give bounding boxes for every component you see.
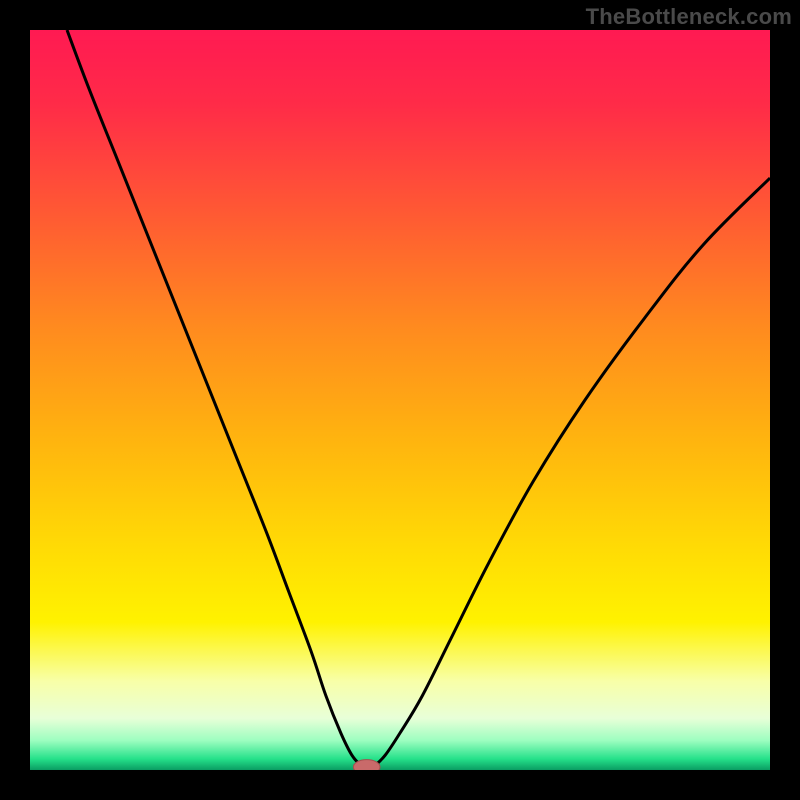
watermark-text: TheBottleneck.com <box>586 4 792 30</box>
minimum-marker <box>353 760 380 770</box>
chart-svg <box>30 30 770 770</box>
plot-area <box>30 30 770 770</box>
gradient-background <box>30 30 770 770</box>
chart-frame: TheBottleneck.com <box>0 0 800 800</box>
